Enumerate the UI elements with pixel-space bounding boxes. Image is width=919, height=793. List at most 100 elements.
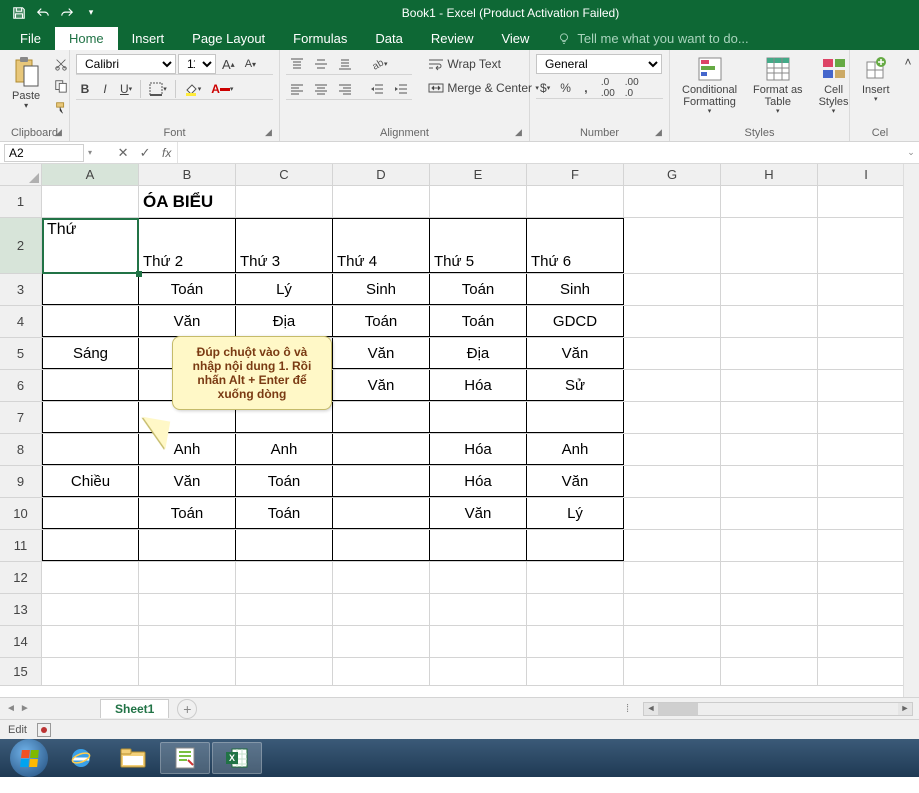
cell[interactable] (818, 498, 915, 529)
cell[interactable] (624, 306, 721, 337)
tab-pagelayout[interactable]: Page Layout (178, 27, 279, 50)
column-header[interactable]: A (42, 164, 139, 185)
cell[interactable] (721, 562, 818, 593)
format-painter-button[interactable] (50, 98, 72, 118)
qat-more-icon[interactable]: ▾ (80, 2, 102, 24)
cell[interactable] (42, 594, 139, 625)
cell[interactable] (42, 530, 139, 561)
cancel-edit-icon[interactable]: ✕ (112, 145, 134, 161)
row-header[interactable]: 11 (0, 530, 42, 561)
cell[interactable] (721, 658, 818, 685)
cell[interactable] (430, 626, 527, 657)
cell[interactable] (333, 562, 430, 593)
cell[interactable] (139, 658, 236, 685)
cell[interactable] (624, 218, 721, 273)
cell[interactable] (624, 370, 721, 401)
cell[interactable] (430, 594, 527, 625)
cell[interactable] (527, 658, 624, 685)
row-header[interactable]: 7 (0, 402, 42, 433)
cell[interactable] (333, 658, 430, 685)
cell[interactable] (236, 530, 333, 561)
row-header[interactable]: 2 (0, 218, 42, 273)
cell[interactable]: Văn (139, 466, 236, 497)
cell[interactable]: Anh (527, 434, 624, 465)
conditional-formatting-button[interactable]: Conditional Formatting▾ (676, 54, 743, 118)
cell[interactable]: Toán (430, 274, 527, 305)
cell[interactable] (721, 466, 818, 497)
cell[interactable]: Chiều (42, 466, 139, 497)
cell[interactable] (624, 186, 721, 217)
undo-icon[interactable] (32, 2, 54, 24)
cell[interactable] (42, 562, 139, 593)
sheet-nav-next-icon[interactable]: ► (20, 703, 30, 714)
cell[interactable] (42, 306, 139, 337)
macro-record-icon[interactable] (37, 723, 51, 737)
cell[interactable] (818, 626, 915, 657)
column-header[interactable]: H (721, 164, 818, 185)
cell[interactable] (721, 370, 818, 401)
cell[interactable] (42, 658, 139, 685)
cell[interactable] (42, 498, 139, 529)
tab-formulas[interactable]: Formulas (279, 27, 361, 50)
cell[interactable]: Thứ 2 (139, 218, 236, 273)
row-header[interactable]: 10 (0, 498, 42, 529)
cell[interactable] (42, 626, 139, 657)
cell[interactable]: Địa (236, 306, 333, 337)
cell[interactable] (139, 562, 236, 593)
tab-file[interactable]: File (6, 27, 55, 50)
cell[interactable] (430, 186, 527, 217)
cell[interactable] (818, 658, 915, 685)
cell[interactable] (430, 658, 527, 685)
decrease-indent-button[interactable] (366, 79, 388, 99)
row-header[interactable]: 13 (0, 594, 42, 625)
decrease-decimal-button[interactable]: .00.0 (621, 78, 643, 98)
name-box[interactable] (4, 144, 84, 162)
cell[interactable] (818, 370, 915, 401)
cell[interactable] (818, 218, 915, 273)
font-dialog-launcher-icon[interactable]: ◢ (265, 127, 277, 139)
cut-button[interactable] (50, 54, 72, 74)
column-header[interactable]: I (818, 164, 915, 185)
sheet-tab[interactable]: Sheet1 (100, 699, 169, 718)
cell[interactable]: Anh (236, 434, 333, 465)
row-header[interactable]: 1 (0, 186, 42, 217)
cell[interactable] (721, 186, 818, 217)
increase-decimal-button[interactable]: .0.00 (597, 78, 619, 98)
align-middle-button[interactable] (310, 54, 332, 74)
cell[interactable]: GDCD (527, 306, 624, 337)
row-header[interactable]: 14 (0, 626, 42, 657)
new-sheet-button[interactable]: + (177, 699, 197, 719)
cell[interactable] (818, 274, 915, 305)
grow-font-button[interactable]: A▴ (218, 54, 239, 74)
align-right-button[interactable] (334, 79, 356, 99)
tab-insert[interactable]: Insert (118, 27, 179, 50)
cell[interactable]: Văn (527, 338, 624, 369)
cell[interactable] (139, 530, 236, 561)
align-left-button[interactable] (286, 79, 308, 99)
cell[interactable] (624, 594, 721, 625)
cell[interactable]: Hóa (430, 466, 527, 497)
cell[interactable] (236, 658, 333, 685)
cell[interactable] (818, 186, 915, 217)
column-header[interactable]: D (333, 164, 430, 185)
cell[interactable] (527, 530, 624, 561)
cell[interactable]: Thứ 5 (430, 218, 527, 273)
save-icon[interactable] (8, 2, 30, 24)
cell[interactable] (333, 594, 430, 625)
tab-home[interactable]: Home (55, 27, 118, 50)
cell[interactable]: Toán (430, 306, 527, 337)
cell[interactable] (624, 626, 721, 657)
cell[interactable] (624, 658, 721, 685)
cell-styles-button[interactable]: Cell Styles▾ (813, 54, 855, 118)
fill-color-button[interactable]: ▾ (180, 79, 206, 99)
cell[interactable] (42, 370, 139, 401)
cell[interactable] (721, 594, 818, 625)
column-header[interactable]: E (430, 164, 527, 185)
cell[interactable] (139, 626, 236, 657)
cell[interactable]: Thứ 6 (527, 218, 624, 273)
taskbar-ie-icon[interactable] (56, 742, 106, 774)
cell[interactable] (818, 402, 915, 433)
cell[interactable]: Sinh (527, 274, 624, 305)
cell[interactable] (818, 306, 915, 337)
cell[interactable]: Thứ 4 (333, 218, 430, 273)
